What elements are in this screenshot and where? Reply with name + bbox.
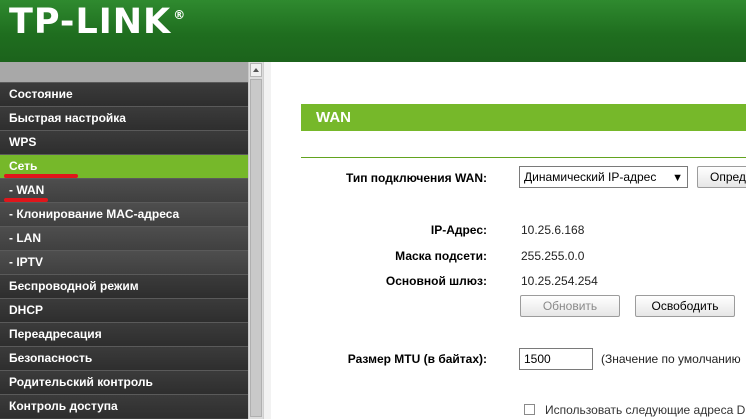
header-bar: TP-LINK ® [0, 0, 746, 62]
subnet-mask-value: 255.255.0.0 [521, 249, 585, 263]
sidebar-panel: Состояние Быстрая настройка WPS Сеть - W… [0, 62, 263, 419]
custom-dns-label: Использовать следующие адреса D [545, 403, 746, 417]
scroll-up-arrow-icon[interactable] [250, 63, 262, 77]
sidebar-item-dhcp[interactable]: DHCP [0, 298, 248, 322]
default-gateway-value: 10.25.254.254 [521, 274, 598, 288]
connection-type-select[interactable]: Динамический IP-адрес ▼ [519, 166, 688, 188]
red-underline-network [4, 174, 78, 178]
red-underline-wan [4, 198, 48, 202]
release-button[interactable]: Освободить [635, 295, 735, 317]
mtu-default-hint: (Значение по умолчанию [601, 352, 741, 366]
sidebar-item-mac-clone[interactable]: - Клонирование MAC-адреса [0, 202, 248, 226]
sidebar-item-quick-setup[interactable]: Быстрая настройка [0, 106, 248, 130]
mtu-label: Размер MTU (в байтах): [347, 352, 487, 366]
sidebar-scrollbar[interactable] [248, 62, 263, 419]
title-divider [301, 157, 746, 158]
connection-type-value: Динамический IP-адрес [524, 170, 657, 184]
dropdown-arrow-icon: ▼ [672, 172, 683, 184]
sidebar-item-status[interactable]: Состояние [0, 82, 248, 106]
sidebar-item-lan[interactable]: - LAN [0, 226, 248, 250]
sidebar-item-wps[interactable]: WPS [0, 130, 248, 154]
registered-mark: ® [173, 8, 186, 22]
sidebar-item-security[interactable]: Безопасность [0, 346, 248, 370]
scrollbar-thumb[interactable] [250, 79, 262, 417]
sidebar-item-wireless[interactable]: Беспроводной режим [0, 274, 248, 298]
connection-type-label: Тип подключения WAN: [345, 171, 487, 185]
detect-button[interactable]: Определить [697, 166, 746, 188]
renew-button[interactable]: Обновить [520, 295, 620, 317]
default-gateway-label: Основной шлюз: [385, 274, 487, 288]
logo-text: TP-LINK [9, 2, 172, 42]
sidebar-top-strip [0, 62, 248, 82]
ip-address-value: 10.25.6.168 [521, 223, 585, 237]
sidebar-item-parental-control[interactable]: Родительский контроль [0, 370, 248, 394]
custom-dns-checkbox[interactable] [524, 404, 535, 415]
ip-address-label: IP-Адрес: [430, 223, 487, 237]
mtu-input[interactable]: 1500 [519, 348, 593, 370]
panel-divider [263, 62, 271, 419]
sidebar-item-access-control[interactable]: Контроль доступа [0, 394, 248, 418]
page-title: WAN [301, 104, 746, 131]
sidebar-item-iptv[interactable]: - IPTV [0, 250, 248, 274]
subnet-mask-label: Маска подсети: [395, 249, 487, 263]
main-content: WAN Тип подключения WAN: Динамический IP… [271, 62, 746, 419]
sidebar-item-forwarding[interactable]: Переадресация [0, 322, 248, 346]
sidebar-menu: Состояние Быстрая настройка WPS Сеть - W… [0, 62, 248, 419]
tp-link-logo: TP-LINK ® [9, 2, 185, 42]
